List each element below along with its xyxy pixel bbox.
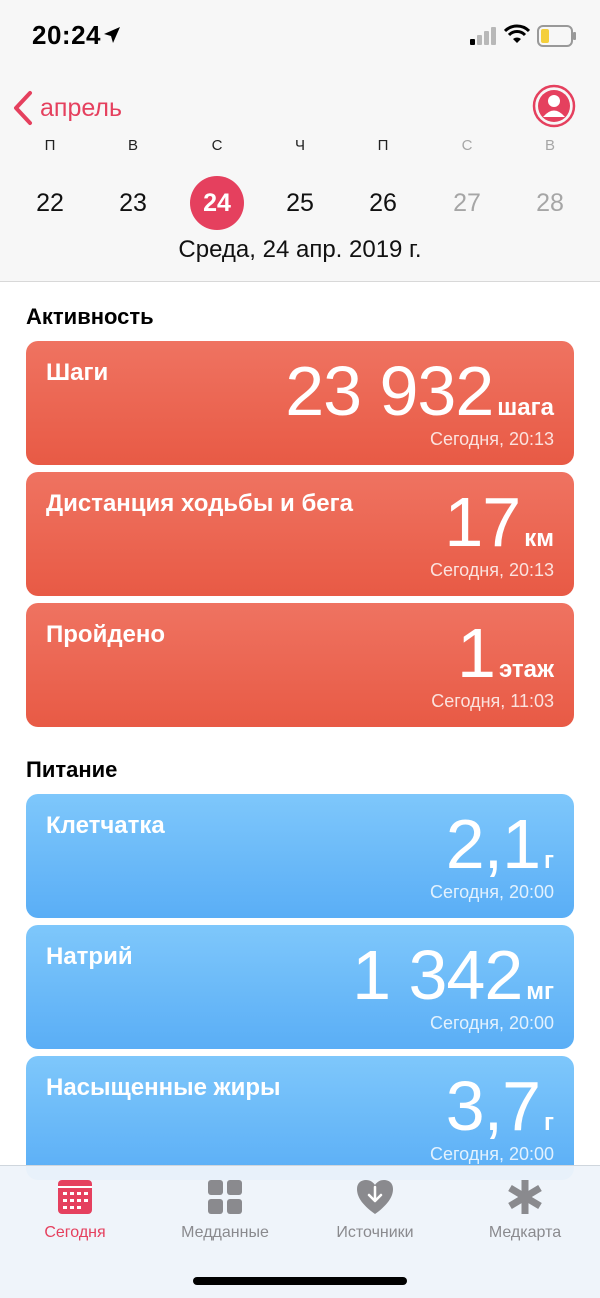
selected-date-label: Среда, 24 апр. 2019 г. <box>178 236 422 263</box>
tab-label: Медданные <box>181 1224 269 1241</box>
card-flights-climbed[interactable]: Пройдено 1 этаж Сегодня, 11:03 <box>26 603 574 727</box>
card-timestamp: Сегодня, 20:00 <box>429 882 554 902</box>
card-timestamp: Сегодня, 20:13 <box>429 560 554 580</box>
section-title-activity: Активность <box>26 304 154 329</box>
back-button[interactable]: апрель <box>12 88 122 128</box>
tab-health-data[interactable]: Медданные <box>150 1166 300 1256</box>
tab-medical-id[interactable]: Медкарта <box>450 1166 600 1256</box>
profile-button[interactable] <box>532 84 576 128</box>
card-title: Шаги <box>46 359 109 386</box>
card-value-group: 1 этаж <box>457 611 554 695</box>
card-value: 17 <box>444 483 521 561</box>
card-steps[interactable]: Шаги 23 932 шага Сегодня, 20:13 <box>26 341 574 465</box>
day-letter: П <box>377 137 389 154</box>
card-title: Насыщенные жиры <box>46 1074 281 1101</box>
card-value-group: 17 км <box>444 480 554 564</box>
card-fiber[interactable]: Клетчатка 2,1 г Сегодня, 20:00 <box>26 794 574 918</box>
cellular-signal-icon <box>470 27 496 45</box>
day-number: 27 <box>453 189 481 217</box>
card-title: Натрий <box>46 943 133 970</box>
status-bar: 20:24 <box>0 0 600 76</box>
card-unit: г <box>544 1109 554 1136</box>
status-time: 20:24 <box>32 20 101 50</box>
card-sodium[interactable]: Натрий 1 342 мг Сегодня, 20:00 <box>26 925 574 1049</box>
card-title: Дистанция ходьбы и бега <box>46 490 353 517</box>
card-unit: км <box>524 525 554 552</box>
card-unit: мг <box>526 978 554 1005</box>
tab-label: Медкарта <box>488 1224 562 1241</box>
card-title: Пройдено <box>46 621 166 648</box>
chevron-left-icon <box>14 91 32 125</box>
card-value-group: 2,1 г <box>446 802 554 886</box>
day-letter: Ч <box>295 137 305 154</box>
tab-today[interactable]: Сегодня <box>0 1166 150 1256</box>
day-letter: С <box>211 137 223 154</box>
home-indicator <box>193 1277 407 1285</box>
day-number: 25 <box>286 189 314 217</box>
card-value-group: 23 932 шага <box>285 349 554 433</box>
section-title-nutrition: Питание <box>26 757 118 782</box>
card-value: 1 <box>457 614 496 692</box>
day-number: 23 <box>119 189 147 217</box>
day-wed-selected[interactable]: С 24 <box>187 136 247 230</box>
card-timestamp: Сегодня, 11:03 <box>431 691 554 711</box>
card-value-group: 3,7 г <box>446 1064 554 1148</box>
card-value: 3,7 <box>445 1067 541 1145</box>
card-timestamp: Сегодня, 20:00 <box>429 1013 554 1033</box>
day-letter: П <box>44 137 56 154</box>
card-value: 2,1 <box>445 805 541 883</box>
card-title: Клетчатка <box>46 812 165 839</box>
card-value: 1 342 <box>352 936 523 1014</box>
card-timestamp: Сегодня, 20:00 <box>429 1144 554 1164</box>
card-walking-distance[interactable]: Дистанция ходьбы и бега 17 км Сегодня, 2… <box>26 472 574 596</box>
wifi-icon <box>504 24 530 43</box>
day-tue[interactable]: В 23 <box>103 136 163 230</box>
calendar-icon <box>58 1180 92 1214</box>
day-mon[interactable]: П 22 <box>20 136 80 230</box>
grid-icon <box>208 1180 242 1214</box>
day-number: 22 <box>36 189 64 217</box>
card-unit: шага <box>497 394 554 421</box>
battery-icon <box>537 25 576 47</box>
card-saturated-fat[interactable]: Насыщенные жиры 3,7 г Сегодня, 20:00 <box>26 1056 574 1180</box>
day-number: 26 <box>369 189 397 217</box>
day-letter: В <box>544 137 555 154</box>
heart-download-icon <box>357 1180 393 1214</box>
day-thu[interactable]: Ч 25 <box>270 136 330 230</box>
card-unit: г <box>544 847 554 874</box>
back-label: апрель <box>40 93 123 122</box>
day-sat[interactable]: С 27 <box>437 136 497 230</box>
card-timestamp: Сегодня, 20:13 <box>429 429 554 449</box>
day-number: 24 <box>190 176 244 230</box>
tab-label: Источники <box>336 1224 414 1241</box>
card-value-group: 1 342 мг <box>352 933 554 1017</box>
asterisk-icon <box>508 1180 542 1214</box>
card-value: 23 932 <box>285 352 494 430</box>
date-header: апрель П 22 В 23 С 24 Ч 25 П 26 С 27 В 2… <box>0 76 600 282</box>
tab-label: Сегодня <box>44 1224 106 1241</box>
day-sun[interactable]: В 28 <box>520 136 580 230</box>
day-letter: В <box>127 137 138 154</box>
card-unit: этаж <box>498 656 554 683</box>
day-number: 28 <box>536 189 564 217</box>
location-arrow-icon <box>104 27 120 43</box>
day-fri[interactable]: П 26 <box>353 136 413 230</box>
day-letter: С <box>461 137 473 154</box>
tab-sources[interactable]: Источники <box>300 1166 450 1256</box>
